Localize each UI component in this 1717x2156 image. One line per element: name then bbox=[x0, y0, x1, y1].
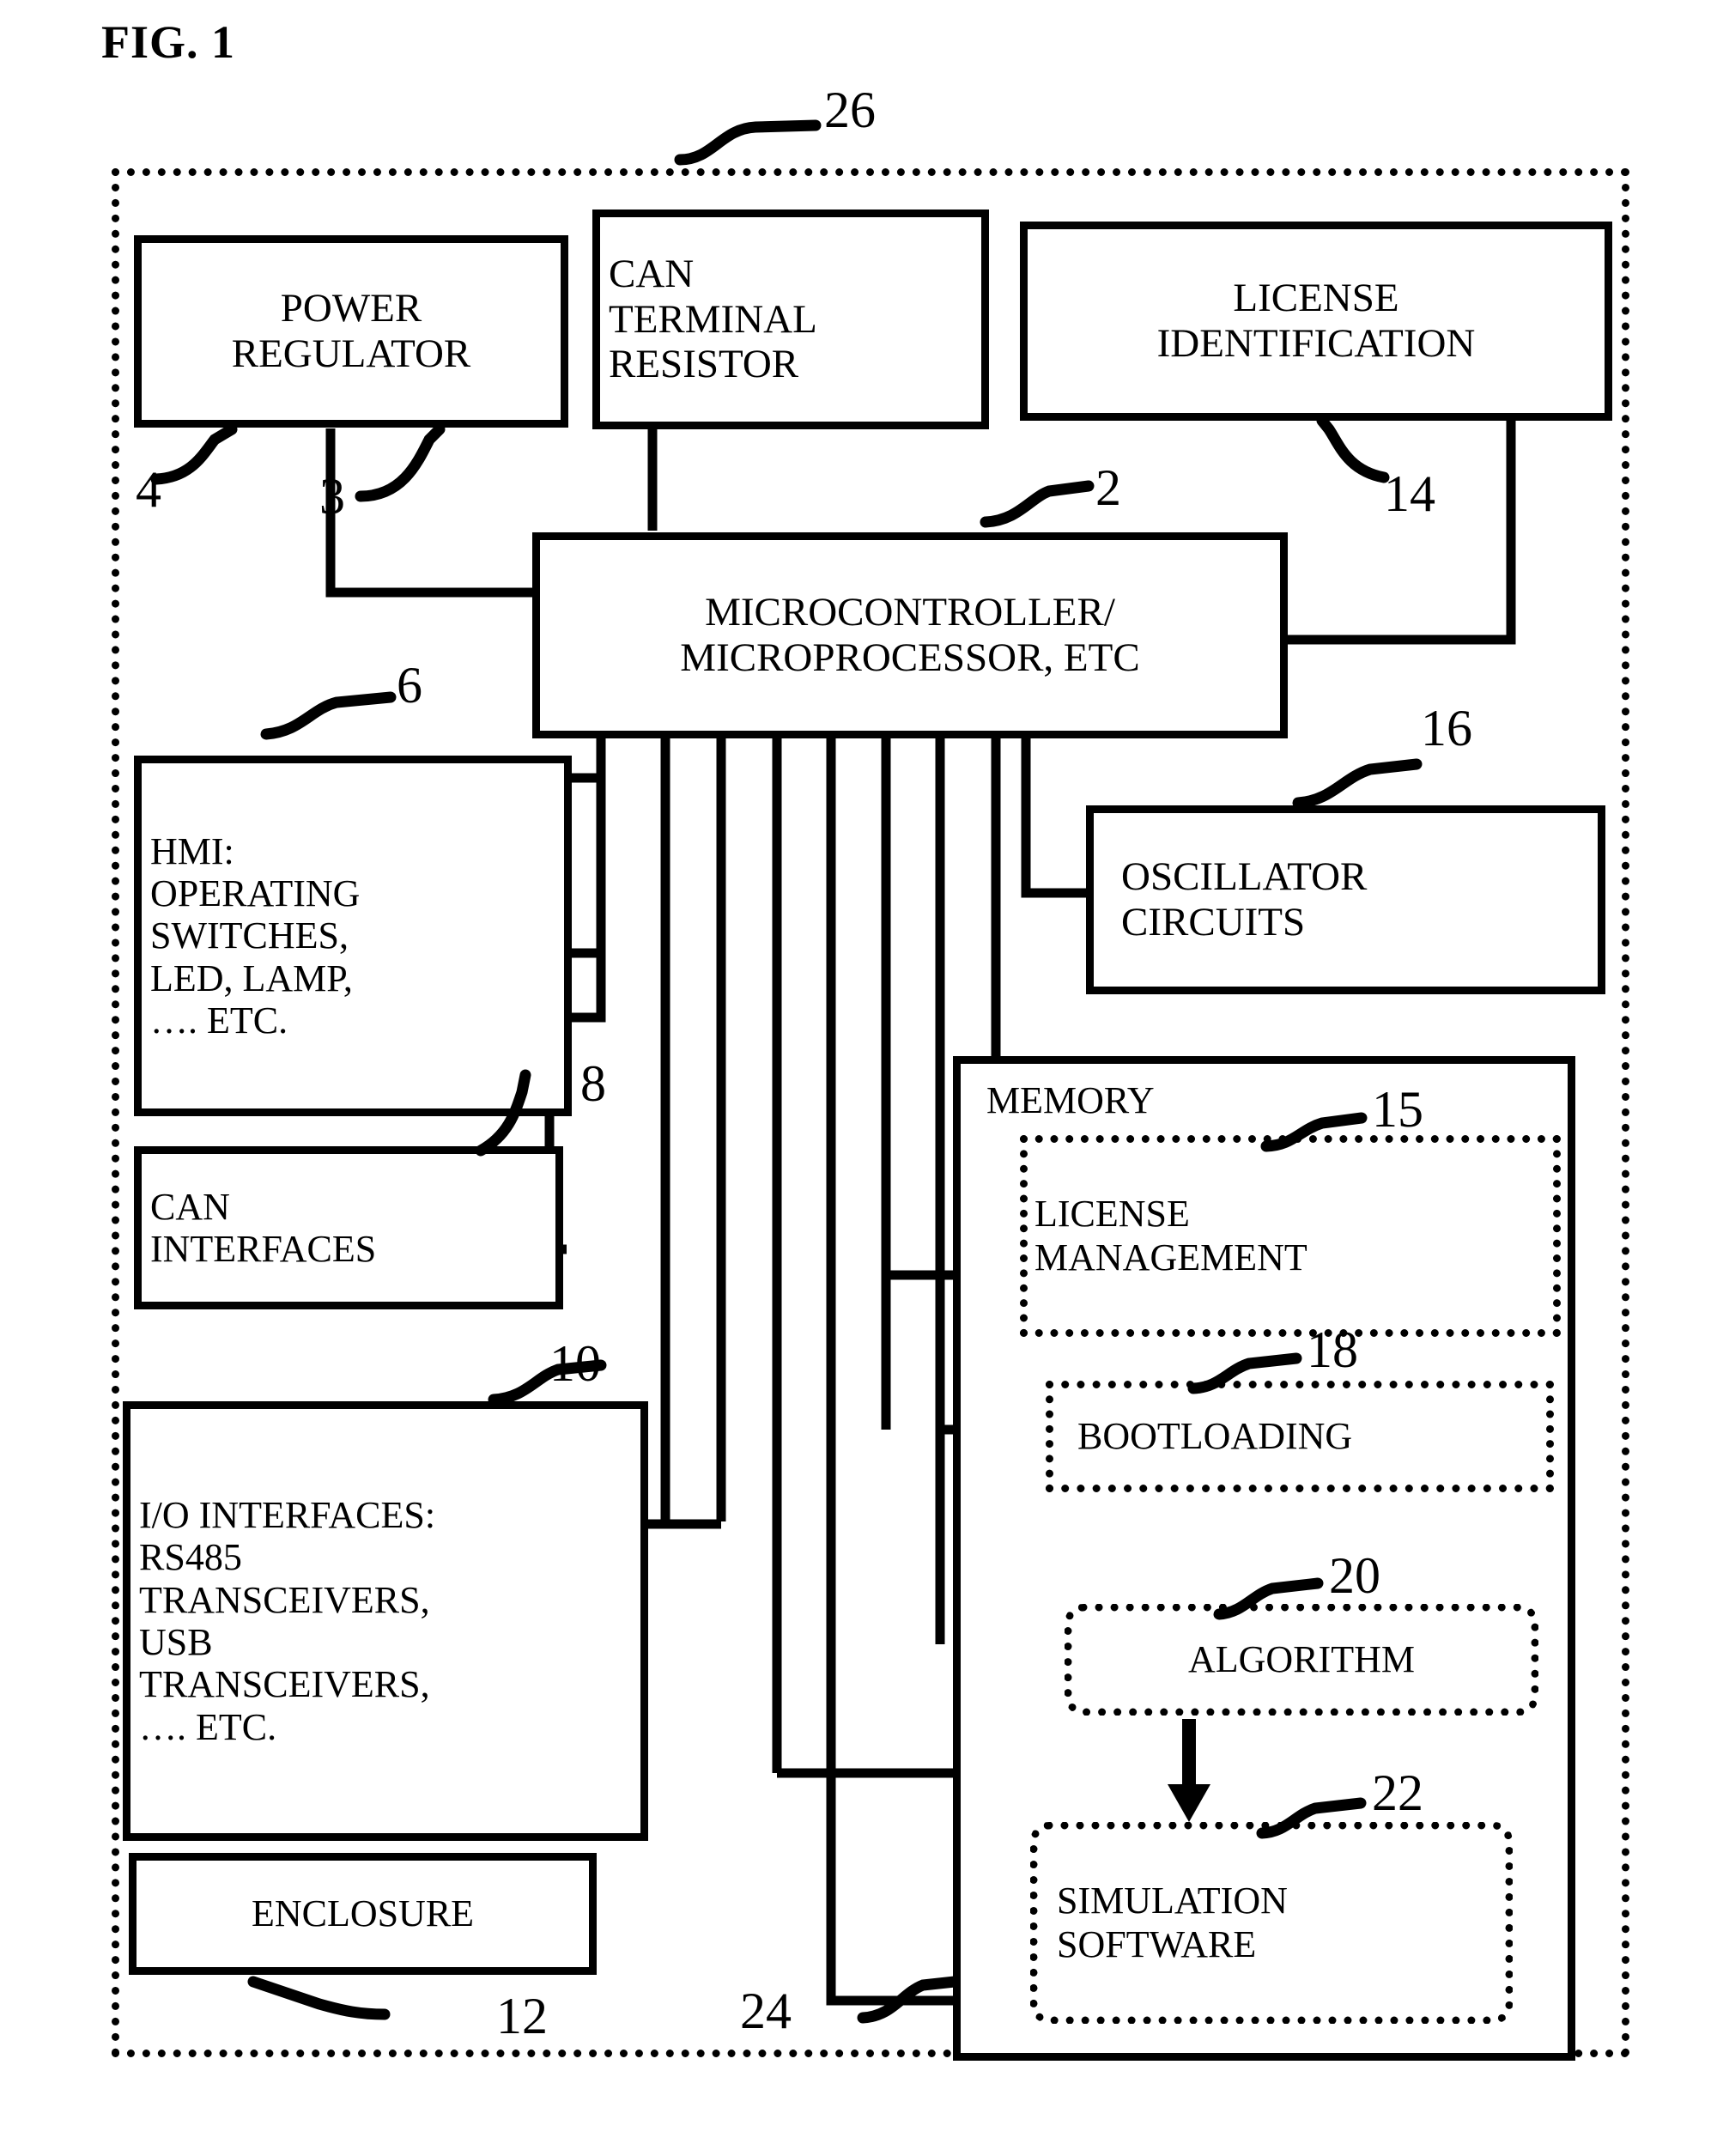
ref-numeral-18: 18 bbox=[1307, 1321, 1358, 1378]
block-can-interfaces[interactable]: CAN INTERFACES bbox=[134, 1146, 563, 1309]
block-license-identification[interactable]: LICENSE IDENTIFICATION bbox=[1020, 222, 1612, 421]
ref-numeral-24: 24 bbox=[740, 1983, 792, 2039]
block-enclosure[interactable]: ENCLOSURE bbox=[129, 1853, 597, 1975]
block-power-regulator[interactable]: POWER REGULATOR bbox=[134, 235, 568, 428]
patent-figure: FIG. 1 POWER REGULATOR CAN TERMINAL RESI… bbox=[0, 0, 1717, 2156]
block-oscillator-circuits[interactable]: OSCILLATOR CIRCUITS bbox=[1086, 805, 1605, 994]
ref-numeral-2: 2 bbox=[1095, 459, 1121, 516]
block-microcontroller[interactable]: MICROCONTROLLER/ MICROPROCESSOR, ETC bbox=[532, 532, 1288, 738]
ref-numeral-12: 12 bbox=[496, 1988, 548, 2044]
block-can-terminal-resistor[interactable]: CAN TERMINAL RESISTOR bbox=[592, 210, 989, 429]
block-io-interfaces[interactable]: I/O INTERFACES: RS485 TRANSCEIVERS, USB … bbox=[123, 1401, 648, 1841]
block-label-license-identification: LICENSE IDENTIFICATION bbox=[1156, 276, 1476, 366]
ref-numeral-15: 15 bbox=[1372, 1081, 1423, 1138]
block-label-enclosure: ENCLOSURE bbox=[251, 1892, 475, 1935]
memory-item-label-algorithm: ALGORITHM bbox=[1188, 1637, 1415, 1680]
memory-item-label-simulation-software: SIMULATION SOFTWARE bbox=[1057, 1880, 1288, 1965]
block-label-memory: MEMORY bbox=[986, 1079, 1155, 1121]
ref-numeral-4: 4 bbox=[136, 461, 161, 518]
ref-numeral-16: 16 bbox=[1421, 700, 1472, 756]
block-label-power-regulator: POWER REGULATOR bbox=[231, 286, 471, 376]
memory-item-label-bootloading: BOOTLOADING bbox=[1077, 1414, 1353, 1457]
lead-26 bbox=[674, 119, 822, 166]
figure-caption: FIG. 1 bbox=[101, 16, 236, 68]
ref-numeral-22: 22 bbox=[1372, 1764, 1423, 1821]
block-label-can-interfaces: CAN INTERFACES bbox=[150, 1185, 377, 1270]
ref-numeral-10: 10 bbox=[549, 1335, 601, 1392]
memory-item-license-management[interactable]: LICENSE MANAGEMENT bbox=[1020, 1135, 1561, 1337]
ref-numeral-26: 26 bbox=[824, 82, 876, 138]
block-label-microcontroller: MICROCONTROLLER/ MICROPROCESSOR, ETC bbox=[680, 590, 1140, 680]
ref-numeral-14: 14 bbox=[1384, 465, 1435, 522]
block-label-hmi: HMI: OPERATING SWITCHES, LED, LAMP, …. E… bbox=[150, 829, 361, 1042]
memory-item-bootloading[interactable]: BOOTLOADING bbox=[1046, 1381, 1554, 1492]
block-label-can-terminal-resistor: CAN TERMINAL RESISTOR bbox=[609, 252, 817, 387]
block-hmi[interactable]: HMI: OPERATING SWITCHES, LED, LAMP, …. E… bbox=[134, 756, 572, 1116]
block-label-io-interfaces: I/O INTERFACES: RS485 TRANSCEIVERS, USB … bbox=[139, 1494, 436, 1748]
ref-numeral-3: 3 bbox=[319, 468, 345, 525]
ref-numeral-6: 6 bbox=[397, 657, 422, 714]
block-label-oscillator-circuits: OSCILLATOR CIRCUITS bbox=[1121, 854, 1368, 944]
ref-numeral-20: 20 bbox=[1329, 1547, 1380, 1604]
ref-numeral-8: 8 bbox=[580, 1055, 606, 1112]
memory-item-label-license-management: LICENSE MANAGEMENT bbox=[1034, 1193, 1307, 1278]
memory-item-algorithm[interactable]: ALGORITHM bbox=[1065, 1604, 1538, 1716]
memory-item-simulation-software[interactable]: SIMULATION SOFTWARE bbox=[1030, 1822, 1513, 2024]
